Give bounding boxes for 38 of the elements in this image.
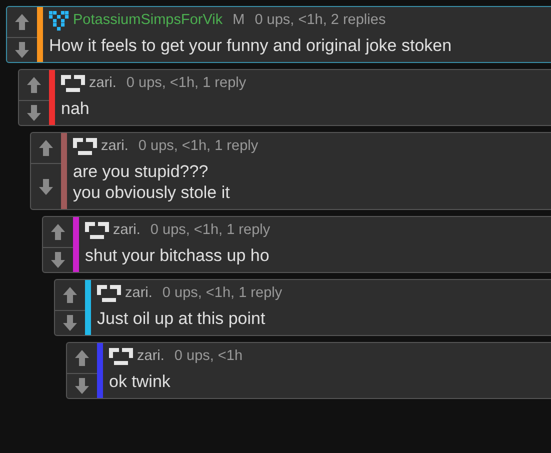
down-arrow-icon bbox=[38, 178, 54, 196]
down-arrow-icon bbox=[62, 314, 78, 332]
comment-meta: 0 ups, <1h, 2 replies bbox=[254, 11, 386, 30]
comment-meta: 0 ups, <1h bbox=[174, 347, 243, 366]
comment-text: Just oil up at this point bbox=[97, 308, 266, 329]
up-arrow-icon bbox=[14, 13, 30, 31]
pixel-avatar-icon bbox=[61, 75, 85, 93]
username[interactable]: zari. bbox=[125, 283, 152, 305]
pixel-avatar-icon bbox=[73, 138, 97, 156]
mod-label: M bbox=[232, 11, 245, 30]
username[interactable]: zari. bbox=[89, 73, 116, 95]
comment-meta: 0 ups, <1h, 1 reply bbox=[126, 74, 246, 94]
comment-text: How it feels to get your funny and original joke stoken bbox=[49, 35, 452, 56]
down-arrow-icon bbox=[50, 251, 66, 269]
down-arrow-icon bbox=[26, 104, 42, 122]
up-arrow-icon bbox=[74, 349, 90, 367]
comment-meta: 0 ups, <1h, 1 reply bbox=[138, 137, 258, 156]
comment-text: ok twink bbox=[109, 371, 172, 392]
username[interactable]: zari. bbox=[113, 220, 140, 242]
pixel-avatar-icon bbox=[97, 285, 121, 303]
up-arrow-icon bbox=[26, 76, 42, 94]
comment-text: nah bbox=[61, 98, 90, 119]
down-arrow-icon bbox=[14, 41, 30, 59]
pixel-avatar-icon bbox=[85, 222, 109, 240]
username[interactable]: zari. bbox=[137, 346, 164, 368]
up-arrow-icon bbox=[50, 223, 66, 241]
comment-text: are you stupid??? bbox=[73, 161, 210, 182]
comment-meta: 0 ups, <1h, 1 reply bbox=[150, 221, 270, 240]
comment-meta: 0 ups, <1h, 1 reply bbox=[162, 284, 282, 304]
pixel-avatar-icon bbox=[49, 11, 69, 31]
up-arrow-icon bbox=[62, 286, 78, 304]
down-arrow-icon bbox=[74, 377, 90, 395]
comment-text: you obviously stole it bbox=[73, 182, 231, 203]
up-arrow-icon bbox=[38, 139, 54, 157]
pixel-avatar-icon bbox=[109, 348, 133, 366]
username[interactable]: PotassiumSimpsForVik bbox=[73, 10, 223, 32]
username[interactable]: zari. bbox=[101, 136, 128, 158]
comment-text: shut your bitchass up ho bbox=[85, 245, 270, 266]
